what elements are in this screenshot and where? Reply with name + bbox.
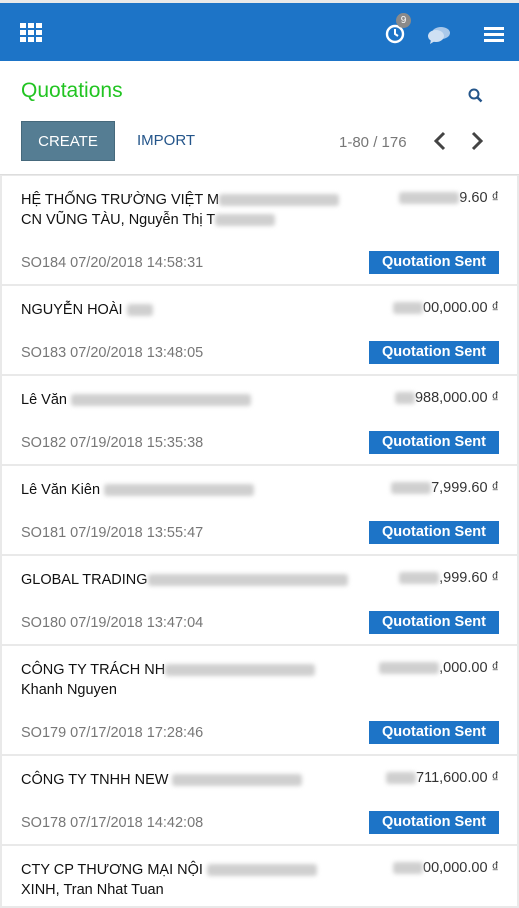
customer-name: Lê Văn Kiên — [21, 482, 101, 498]
status-badge: Quotation Sent — [369, 341, 499, 364]
amount-total: 9.60 ₫ — [459, 190, 499, 206]
create-button[interactable]: CREATE — [21, 121, 115, 161]
list-item[interactable]: NGUYỄN HOÀI 00,000.00 ₫ SO183 07/20/2018… — [2, 286, 517, 374]
order-reference: SO180 07/19/2018 13:47:04 — [21, 615, 204, 631]
apps-grid-icon[interactable] — [20, 23, 42, 43]
chat-icon[interactable] — [427, 25, 451, 45]
search-icon[interactable] — [467, 87, 485, 105]
page-title: Quotations — [21, 79, 123, 102]
amount-total: 00,000.00 ₫ — [423, 300, 499, 316]
amount-total: 00,000.00 ₫ — [423, 860, 499, 876]
amount-total: 7,999.60 ₫ — [431, 480, 499, 496]
customer-name: GLOBAL TRADING — [21, 572, 148, 588]
status-badge: Quotation Sent — [369, 811, 499, 834]
activity-count-badge: 9 — [396, 13, 411, 28]
list-item[interactable]: HỆ THỐNG TRƯỜNG VIỆT M CN VŨNG TÀU, Nguy… — [2, 176, 517, 284]
amount-total: 988,000.00 ₫ — [414, 390, 499, 406]
list-item[interactable]: Lê Văn 988,000.00 ₫ SO182 07/19/2018 15:… — [2, 376, 517, 464]
order-reference: SO178 07/17/2018 14:42:08 — [21, 815, 204, 831]
amount-total: ,000.00 ₫ — [439, 660, 499, 676]
customer-name: CÔNG TY TNHH NEW — [21, 772, 169, 788]
order-reference: SO179 07/17/2018 17:28:46 — [21, 725, 204, 741]
customer-name: Lê Văn — [21, 392, 67, 408]
order-reference: SO182 07/19/2018 15:35:38 — [21, 435, 204, 451]
customer-name: NGUYỄN HOÀI — [21, 302, 123, 318]
top-navbar: 9 — [0, 0, 519, 61]
status-badge: Quotation Sent — [369, 431, 499, 454]
import-button[interactable]: IMPORT — [137, 121, 195, 161]
status-badge: Quotation Sent — [369, 251, 499, 274]
order-reference: SO183 07/20/2018 13:48:05 — [21, 345, 204, 361]
customer-name: CTY CP THƯƠNG MẠI NỘI — [21, 862, 203, 878]
list-item[interactable]: CTY CP THƯƠNG MẠI NỘI XINH, Tran Nhat Tu… — [2, 846, 517, 906]
control-panel: Quotations CREATE IMPORT 1-80 / 176 — [0, 61, 519, 175]
order-reference: SO184 07/20/2018 14:58:31 — [21, 255, 204, 271]
chevron-right-icon[interactable] — [470, 131, 484, 151]
amount-total: 711,600.00 ₫ — [416, 770, 499, 786]
list-item[interactable]: Lê Văn Kiên 7,999.60 ₫ SO181 07/19/2018 … — [2, 466, 517, 554]
list-item[interactable]: CÔNG TY TNHH NEW 711,600.00 ₫ SO178 07/1… — [2, 756, 517, 844]
chevron-left-icon[interactable] — [433, 131, 447, 151]
quotation-list: HỆ THỐNG TRƯỜNG VIỆT M CN VŨNG TÀU, Nguy… — [2, 176, 517, 908]
list-item[interactable]: GLOBAL TRADING ,999.60 ₫ SO180 07/19/201… — [2, 556, 517, 644]
hamburger-menu-icon[interactable] — [484, 27, 504, 43]
customer-name-line2: Khanh Nguyen — [21, 682, 117, 698]
status-badge: Quotation Sent — [369, 721, 499, 744]
status-badge: Quotation Sent — [369, 521, 499, 544]
status-badge: Quotation Sent — [369, 611, 499, 634]
customer-name-line2: XINH, Tran Nhat Tuan — [21, 882, 164, 898]
customer-name: CÔNG TY TRÁCH NH — [21, 662, 166, 678]
customer-name: HỆ THỐNG TRƯỜNG VIỆT M — [21, 192, 220, 208]
list-item[interactable]: CÔNG TY TRÁCH NH Khanh Nguyen ,000.00 ₫ … — [2, 646, 517, 754]
customer-name-line2: CN VŨNG TÀU, Nguyễn Thị T — [21, 212, 216, 228]
order-reference: SO181 07/19/2018 13:55:47 — [21, 525, 204, 541]
amount-total: ,999.60 ₫ — [439, 570, 499, 586]
pager-value: 1-80 / 176 — [339, 134, 407, 151]
